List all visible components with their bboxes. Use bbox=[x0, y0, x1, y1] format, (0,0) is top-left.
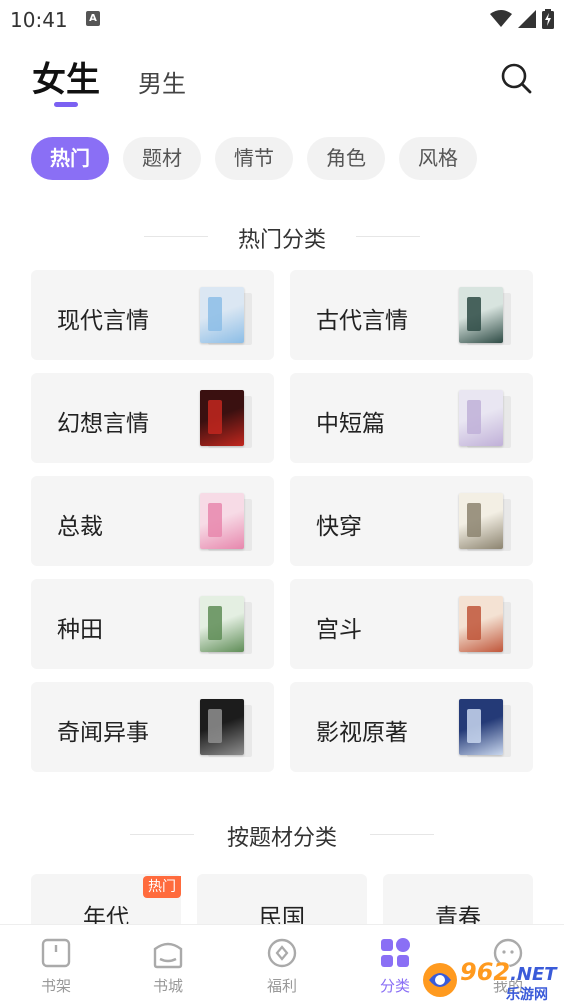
book-cover-stack bbox=[459, 699, 511, 757]
book-cover-stack bbox=[200, 287, 252, 345]
status-time: 10:41 bbox=[10, 8, 68, 32]
book-cover-title-art bbox=[467, 709, 481, 743]
book-cover-image bbox=[200, 493, 244, 549]
category-label: 影视原著 bbox=[316, 720, 408, 746]
category-card[interactable]: 宫斗 bbox=[290, 579, 533, 669]
nav-label-bookshelf: 书架 bbox=[40, 977, 71, 995]
nav-bookstore[interactable]: 书城 bbox=[112, 925, 224, 1004]
nav-label-bookstore: 书城 bbox=[152, 977, 183, 995]
book-cover-stack bbox=[200, 390, 252, 448]
book-cover-image bbox=[200, 390, 244, 446]
divider-left bbox=[144, 236, 208, 237]
category-label: 现代言情 bbox=[57, 308, 149, 334]
watermark-emblem-icon bbox=[423, 963, 457, 997]
search-icon[interactable] bbox=[500, 62, 532, 94]
book-cover-image bbox=[459, 493, 503, 549]
book-cover-stack bbox=[459, 287, 511, 345]
book-cover-title-art bbox=[208, 606, 222, 640]
book-cover-image bbox=[459, 699, 503, 755]
book-cover-stack bbox=[459, 493, 511, 551]
hot-badge: 热门 bbox=[143, 876, 181, 898]
divider-right bbox=[370, 834, 434, 835]
nav-welfare[interactable]: 福利 bbox=[226, 925, 338, 1004]
category-card[interactable]: 现代言情 bbox=[31, 270, 274, 360]
category-label: 中短篇 bbox=[316, 411, 385, 437]
book-cover-image bbox=[200, 596, 244, 652]
status-bar: 10:41 A bbox=[0, 0, 564, 40]
chip-hot[interactable]: 热门 bbox=[31, 137, 109, 180]
book-cover-title-art bbox=[467, 503, 481, 537]
signal-icon bbox=[518, 10, 536, 28]
category-label: 奇闻异事 bbox=[57, 720, 149, 746]
nav-label-welfare: 福利 bbox=[266, 977, 297, 995]
category-card[interactable]: 总裁 bbox=[31, 476, 274, 566]
divider-right bbox=[356, 236, 420, 237]
book-cover-title-art bbox=[208, 297, 222, 331]
chip-role[interactable]: 角色 bbox=[307, 137, 385, 180]
watermark-text: 962.NET bbox=[460, 958, 557, 986]
chip-subject[interactable]: 题材 bbox=[123, 137, 201, 180]
bookstore-icon bbox=[153, 942, 183, 969]
section-header-hot: 热门分类 bbox=[0, 222, 564, 254]
tab-female[interactable]: 女生 bbox=[32, 52, 100, 101]
section-title-hot: 热门分类 bbox=[237, 228, 326, 253]
category-card[interactable]: 种田 bbox=[31, 579, 274, 669]
category-label: 幻想言情 bbox=[57, 411, 149, 437]
book-cover-stack bbox=[200, 699, 252, 757]
watermark-logo: 962.NET 乐游网 bbox=[420, 956, 560, 1003]
book-cover-image bbox=[459, 596, 503, 652]
active-tab-indicator bbox=[54, 102, 78, 107]
category-label: 宫斗 bbox=[316, 617, 362, 643]
section-header-subject: 按题材分类 bbox=[0, 820, 564, 852]
book-cover-title-art bbox=[208, 503, 222, 537]
category-card[interactable]: 古代言情 bbox=[290, 270, 533, 360]
top-nav: 女生 男生 bbox=[0, 52, 564, 112]
category-card[interactable]: 幻想言情 bbox=[31, 373, 274, 463]
book-cover-title-art bbox=[208, 709, 222, 743]
book-cover-stack bbox=[200, 493, 252, 551]
category-card[interactable]: 快穿 bbox=[290, 476, 533, 566]
category-label: 种田 bbox=[57, 617, 103, 643]
book-cover-stack bbox=[459, 390, 511, 448]
category-grid: 现代言情 古代言情幻想言情 中短篇总裁 快穿种田 宫斗奇闻异事 影视原著 bbox=[31, 270, 533, 772]
divider-left bbox=[130, 834, 194, 835]
notification-icon: A bbox=[86, 11, 100, 26]
book-cover-image bbox=[200, 699, 244, 755]
wifi-icon bbox=[490, 10, 512, 27]
nav-bookshelf[interactable]: 书架 bbox=[0, 925, 112, 1004]
book-cover-stack bbox=[200, 596, 252, 654]
bookshelf-icon bbox=[41, 938, 71, 968]
section-title-subject: 按题材分类 bbox=[226, 826, 337, 851]
category-card[interactable]: 奇闻异事 bbox=[31, 682, 274, 772]
category-label: 总裁 bbox=[57, 514, 103, 540]
book-cover-image bbox=[459, 390, 503, 446]
category-card[interactable]: 中短篇 bbox=[290, 373, 533, 463]
book-cover-title-art bbox=[208, 400, 222, 434]
book-cover-stack bbox=[459, 596, 511, 654]
category-label: 古代言情 bbox=[316, 308, 408, 334]
chip-style[interactable]: 风格 bbox=[399, 137, 477, 180]
category-icon bbox=[381, 938, 410, 967]
book-cover-title-art bbox=[467, 606, 481, 640]
filter-chips: 热门 题材 情节 角色 风格 bbox=[31, 137, 477, 180]
book-cover-image bbox=[459, 287, 503, 343]
book-cover-image bbox=[200, 287, 244, 343]
chip-plot[interactable]: 情节 bbox=[215, 137, 293, 180]
welfare-icon bbox=[267, 938, 297, 968]
battery-icon bbox=[542, 9, 554, 29]
category-label: 快穿 bbox=[316, 514, 362, 540]
tab-male[interactable]: 男生 bbox=[138, 64, 186, 99]
watermark-subtext: 乐游网 bbox=[506, 987, 548, 1003]
category-card[interactable]: 影视原著 bbox=[290, 682, 533, 772]
book-cover-title-art bbox=[467, 400, 481, 434]
book-cover-title-art bbox=[467, 297, 481, 331]
status-icons bbox=[490, 9, 554, 29]
